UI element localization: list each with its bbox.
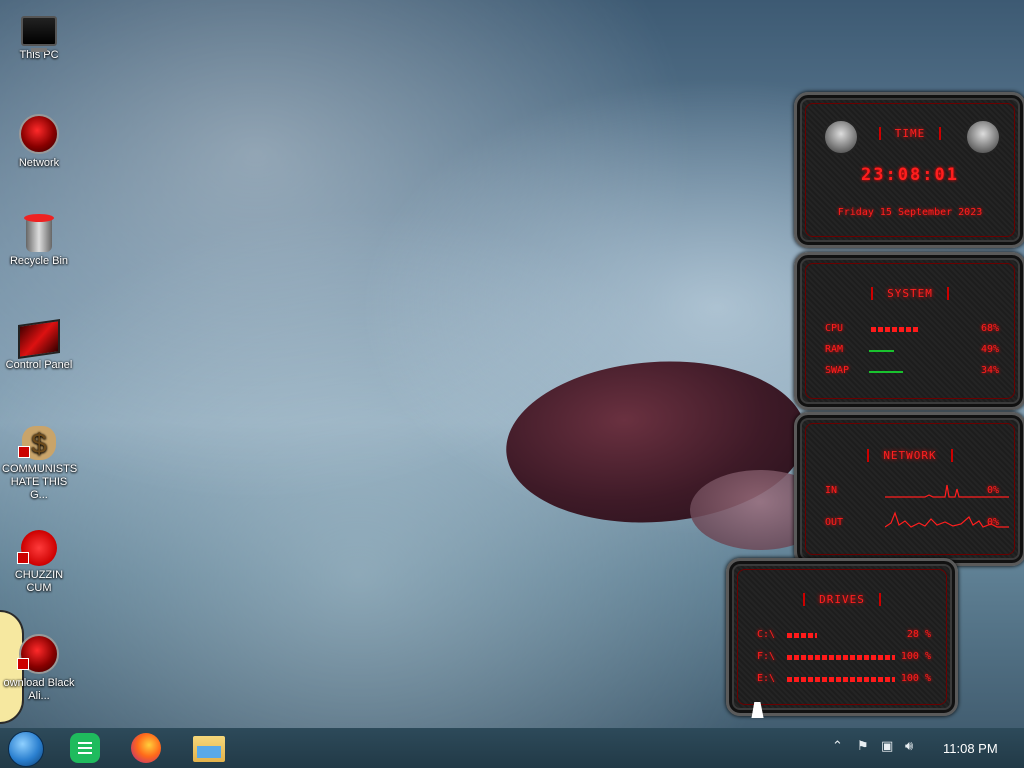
desktop-icon-this-pc[interactable]: This PC [2,8,76,62]
money-bag-icon: $ [18,426,56,460]
cpu-usage-bar [871,327,941,332]
drive-row-value: 100 % [900,651,931,662]
desktop-icon-label: COMMUNISTS HATE THIS G... [2,463,78,501]
time-widget-date: Friday 15 September 2023 [837,207,983,218]
network-widget[interactable]: NETWORK IN 0% OUT 0% [794,412,1024,566]
network-row-value: 0% [986,517,999,528]
swap-usage-bar [869,369,969,374]
action-center-flag-icon[interactable]: ⚑ [857,738,869,754]
ram-usage-bar-fill [869,350,894,352]
desktop-icon-communists[interactable]: $ COMMUNISTS HATE THIS G... [2,426,78,502]
system-row-label: CPU [825,323,844,334]
control-panel-icon [18,319,60,359]
swap-usage-bar-fill [869,371,903,373]
time-widget-clock: 23:08:01 [861,165,959,185]
network-row-label: OUT [825,517,844,528]
system-row-ram: RAM 49% [825,344,999,358]
taskbar: ⌃ ⚑ ▣ 🔊︎ 11:08 PM [0,728,1024,768]
desktop-icon-control-panel[interactable]: Control Panel [2,319,76,372]
recycle-bin-icon [24,214,54,252]
network-icon [19,114,59,154]
shortcut-badge-icon [17,658,29,670]
drives-widget[interactable]: DRIVES C:\ 28 % F:\ 100 % E:\ 100 % [726,558,958,716]
alien-icon [17,634,59,674]
desktop-icon-label: Control Panel [5,359,73,371]
volume-icon[interactable]: 🔊︎ [905,738,913,754]
desktop-icon-label: Recycle Bin [9,255,69,267]
start-button[interactable] [8,731,44,767]
drive-row-e: E:\ 100 % [757,673,931,687]
drive-row-value: 100 % [900,673,931,684]
desktop-icon-label: ownload Black Ali... [3,677,75,702]
desktop-icon-download-black-alien[interactable]: ownload Black Ali... [2,634,76,703]
drive-f-usage-bar [787,655,895,660]
file-explorer-icon[interactable] [193,736,225,762]
drive-row-c: C:\ 28 % [757,629,931,643]
system-row-label: RAM [825,344,844,355]
sheets-app-icon[interactable] [70,733,100,763]
network-status-icon[interactable]: ▣ [881,738,893,754]
computer-icon [21,16,57,52]
drive-row-label: F:\ [757,651,776,662]
system-row-label: SWAP [825,365,850,376]
drive-c-usage-bar-fill [787,633,818,638]
desktop-icon-label: CHUZZIN CUM [14,569,64,594]
drive-row-label: C:\ [757,629,776,640]
system-widget[interactable]: SYSTEM CPU 68% RAM 49% SWAP 34% [794,252,1024,410]
network-row-out: OUT 0% [825,511,1009,531]
drive-e-usage-bar-fill [787,677,895,682]
ram-usage-bar [869,348,919,353]
network-row-value: 0% [986,485,999,496]
show-hidden-icons-chevron-icon[interactable]: ⌃ [832,738,843,754]
drive-f-usage-bar-fill [787,655,895,660]
shortcut-badge-icon [18,446,30,458]
drive-row-f: F:\ 100 % [757,651,931,665]
drive-c-usage-bar [787,633,895,638]
system-row-value: 49% [980,344,999,355]
desktop-icon-recycle-bin[interactable]: Recycle Bin [2,214,76,268]
time-widget-title: TIME [797,127,1023,140]
drives-widget-title: DRIVES [729,593,955,606]
network-row-label: IN [825,485,838,496]
system-row-cpu: CPU 68% [825,323,999,337]
system-row-value: 68% [980,323,999,334]
desktop-icon-label: Network [18,157,60,169]
system-widget-title: SYSTEM [797,287,1023,300]
shortcut-badge-icon [17,552,29,564]
drive-row-label: E:\ [757,673,776,684]
drive-e-usage-bar [787,677,895,682]
time-widget[interactable]: TIME 23:08:01 Friday 15 September 2023 [794,92,1024,248]
red-creature-icon [17,530,57,566]
drive-row-value: 28 % [906,629,931,640]
network-row-in: IN 0% [825,484,1009,499]
desktop-icon-network[interactable]: Network [2,114,76,170]
system-row-value: 34% [980,365,999,376]
system-row-swap: SWAP 34% [825,365,999,379]
network-widget-title: NETWORK [797,449,1023,462]
firefox-icon[interactable] [131,733,161,763]
cpu-usage-bar-fill [871,327,919,332]
taskbar-clock[interactable]: 11:08 PM [943,741,998,756]
desktop-icon-chuzzin[interactable]: CHUZZIN CUM [2,530,76,595]
